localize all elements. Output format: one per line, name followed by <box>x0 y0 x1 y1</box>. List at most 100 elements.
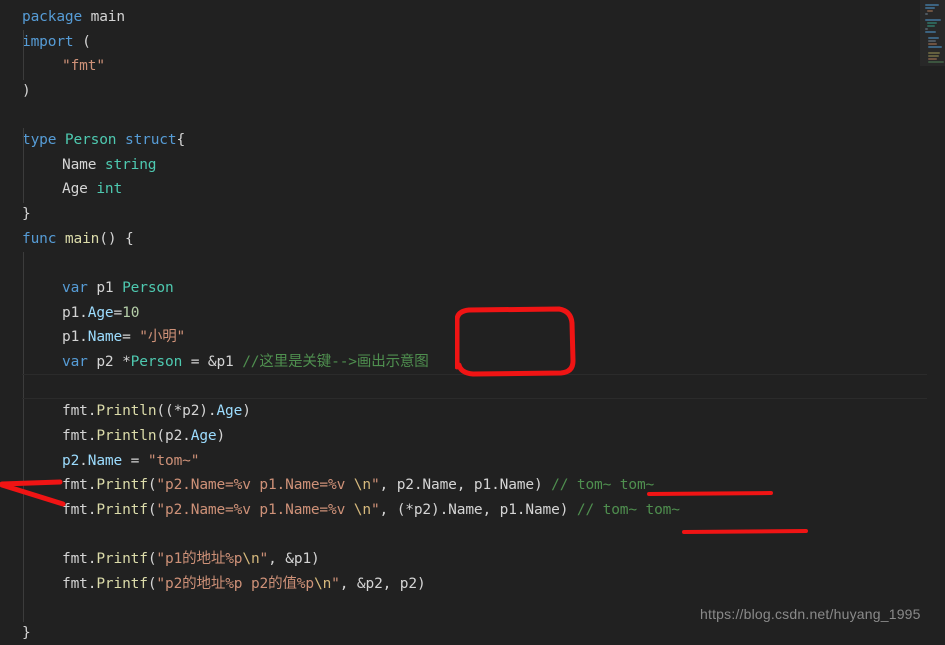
minimap-row <box>928 46 942 48</box>
watermark-url: https://blog.csdn.net/huyang_1995 <box>700 606 921 622</box>
code-token: Person <box>122 280 174 296</box>
code-token: . <box>79 305 88 321</box>
code-line-24[interactable]: fmt.Printf("p2的地址%p p2的值%p\n", &p2, p2) <box>62 572 426 597</box>
code-token: = <box>113 305 123 321</box>
minimap-row <box>928 37 939 39</box>
editor-minimap[interactable] <box>920 0 945 66</box>
code-token: , &p1) <box>268 551 320 567</box>
code-line-7[interactable]: Name string <box>62 153 157 178</box>
minimap-row <box>925 28 928 30</box>
blank-line-separator-top <box>22 374 927 375</box>
code-token: \n <box>353 502 371 518</box>
code-token: ((*p2). <box>156 403 217 419</box>
code-token: ) <box>216 428 226 444</box>
minimap-row <box>927 10 933 12</box>
code-token: "tom~" <box>147 453 200 469</box>
code-token: fmt <box>62 576 88 592</box>
minimap-row <box>925 4 939 6</box>
code-editor-surface[interactable]: package main import ("fmt") type Person st… <box>0 0 945 645</box>
code-token: 10 <box>122 305 140 321</box>
code-token: "p1的地址%p <box>156 551 243 567</box>
code-line-9[interactable]: } <box>22 202 31 227</box>
code-line-17[interactable]: fmt.Println((*p2).Age) <box>62 399 251 424</box>
code-token: Printf <box>96 502 148 518</box>
code-token: "p2.Name=%v p1.Name=%v <box>156 502 354 518</box>
code-token: " <box>331 576 340 592</box>
code-line-21[interactable]: fmt.Printf("p2.Name=%v p1.Name=%v \n", (… <box>62 498 680 523</box>
code-line-19[interactable]: p2.Name = "tom~" <box>62 449 199 474</box>
minimap-row <box>928 58 937 60</box>
code-token: "小明" <box>139 329 186 345</box>
code-token: ) <box>242 403 251 419</box>
code-token: fmt <box>62 428 88 444</box>
code-token: } <box>22 625 31 641</box>
code-token: . <box>79 329 88 345</box>
code-line-10[interactable]: func main() { <box>22 227 134 252</box>
code-line-6[interactable]: type Person struct{ <box>22 128 185 153</box>
code-line-26[interactable]: } <box>22 621 31 645</box>
code-token: "fmt" <box>62 58 105 74</box>
code-token: Age <box>190 428 217 444</box>
code-line-2[interactable]: import ( <box>22 30 91 55</box>
code-token: p2 <box>96 354 123 370</box>
code-editor-screenshot: package main import ("fmt") type Person st… <box>0 0 945 645</box>
minimap-row <box>927 22 937 24</box>
code-line-12[interactable]: var p1 Person <box>62 276 174 301</box>
code-token: import <box>22 34 74 50</box>
code-token: = <box>122 329 140 345</box>
code-line-3[interactable]: "fmt" <box>62 54 105 79</box>
code-token: \n <box>242 551 260 567</box>
code-line-15[interactable]: var p2 *Person = &p1 //这里是关键-->画出示意图 <box>62 350 429 375</box>
minimap-row <box>925 7 935 9</box>
code-token: fmt <box>62 502 88 518</box>
code-token: Printf <box>96 551 148 567</box>
code-token: Name <box>62 157 105 173</box>
code-token: = <box>122 453 148 469</box>
code-token: Name <box>87 453 123 469</box>
indent-guide-struct <box>23 128 24 203</box>
code-token: () { <box>99 231 134 247</box>
code-token: , p2.Name, p1.Name) <box>379 477 552 493</box>
code-token: " <box>259 551 269 567</box>
code-token: " <box>370 477 380 493</box>
code-line-8[interactable]: Age int <box>62 177 122 202</box>
code-line-13[interactable]: p1.Age=10 <box>62 301 139 326</box>
code-token: = &p1 <box>182 354 243 370</box>
minimap-row <box>928 40 936 42</box>
code-token: } <box>22 206 31 222</box>
code-token: , &p2, p2) <box>339 576 426 592</box>
code-token: Println <box>96 403 157 419</box>
code-line-23[interactable]: fmt.Printf("p1的地址%p\n", &p1) <box>62 547 320 572</box>
code-token: // tom~ tom~ <box>576 502 680 518</box>
code-token: { <box>176 132 186 148</box>
code-line-4[interactable]: ) <box>22 79 31 104</box>
code-token: var <box>62 280 97 296</box>
indent-guide-func-body <box>23 252 24 622</box>
code-token: string <box>104 157 157 173</box>
code-token: // tom~ tom~ <box>551 477 655 493</box>
code-token: fmt <box>62 477 88 493</box>
code-token: ( <box>73 34 91 50</box>
code-token: func <box>22 231 65 247</box>
code-line-18[interactable]: fmt.Println(p2.Age) <box>62 424 225 449</box>
minimap-row <box>928 61 944 63</box>
code-token: \n <box>313 576 332 592</box>
indent-guide-import <box>23 30 24 80</box>
code-token: main <box>64 231 100 247</box>
blank-line-separator-bottom <box>22 398 927 399</box>
code-token: Printf <box>96 576 148 592</box>
code-line-20[interactable]: fmt.Printf("p2.Name=%v p1.Name=%v \n", p… <box>62 473 654 498</box>
code-token: "p2的地址%p p2的值%p <box>156 576 314 592</box>
code-token: , (*p2).Name, p1.Name) <box>379 502 577 518</box>
code-token: var <box>62 354 97 370</box>
code-token: Person <box>130 354 183 370</box>
code-token: Age <box>87 305 114 321</box>
code-token: (p2. <box>156 428 191 444</box>
code-token: package <box>22 9 91 25</box>
code-token: p1 <box>62 329 80 345</box>
code-line-1[interactable]: package main <box>22 5 125 30</box>
code-line-14[interactable]: p1.Name= "小明" <box>62 325 185 350</box>
code-token: main <box>90 9 125 25</box>
code-token: p2 <box>62 453 80 469</box>
